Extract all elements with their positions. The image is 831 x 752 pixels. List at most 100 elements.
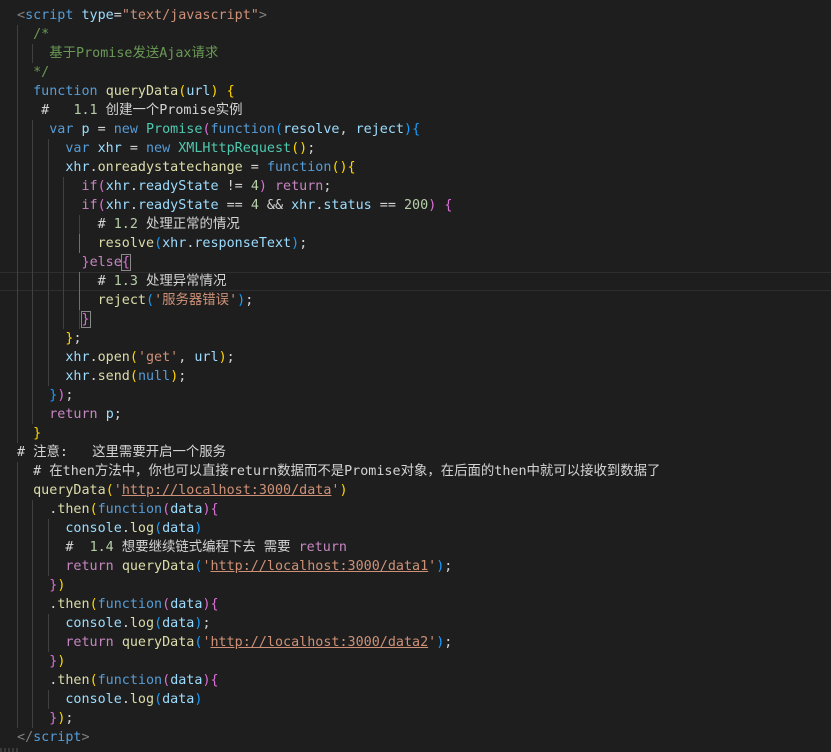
code-token: url	[186, 84, 211, 99]
code-line[interactable]: reject('服务器错误');	[0, 291, 831, 310]
code-line[interactable]: }else{	[0, 253, 831, 272]
code-token: function	[33, 84, 98, 99]
code-line[interactable]: })	[0, 652, 831, 671]
code-token: .	[121, 521, 130, 536]
code-token: var	[65, 141, 90, 156]
code-token: ;	[113, 407, 122, 422]
code-line[interactable]: queryData('http://localhost:3000/data')	[0, 481, 831, 500]
code-token: XMLHttpRequest	[178, 141, 292, 156]
code-line[interactable]: xhr.send(null);	[0, 367, 831, 386]
code-text: .then(function(data){	[17, 500, 218, 519]
code-token: then	[57, 502, 90, 517]
code-token: /*	[17, 27, 50, 42]
code-token: log	[129, 521, 155, 536]
code-token: .	[121, 692, 130, 707]
code-line[interactable]: return queryData('http://localhost:3000/…	[0, 633, 831, 652]
code-line[interactable]: console.log(data)	[0, 690, 831, 709]
code-token: ,	[178, 350, 195, 365]
code-line[interactable]: .then(function(data){	[0, 500, 831, 519]
code-line[interactable]: /*	[0, 25, 831, 44]
code-line[interactable]: xhr.open('get', url);	[0, 348, 831, 367]
code-token: .	[121, 616, 130, 631]
code-text: /*	[17, 25, 49, 44]
code-token: ==	[371, 198, 404, 213]
code-editor[interactable]: <script type="text/javascript"> /* 基于Pro…	[0, 0, 831, 752]
code-line[interactable]: # 1.2 处理正常的情况	[0, 215, 831, 234]
code-token: ;	[73, 331, 82, 346]
code-token: (	[154, 236, 163, 251]
code-line[interactable]: function queryData(url) {	[0, 82, 831, 101]
code-line[interactable]: console.log(data)	[0, 519, 831, 538]
code-line[interactable]: }	[0, 424, 831, 443]
code-line[interactable]: </script>	[0, 728, 831, 747]
code-line[interactable]: return p;	[0, 405, 831, 424]
code-token: Promise	[159, 103, 216, 118]
code-line[interactable]: .then(function(data){	[0, 595, 831, 614]
code-line[interactable]: resolve(xhr.responseText);	[0, 234, 831, 253]
code-line[interactable]: */	[0, 63, 831, 82]
code-line[interactable]: # 注意: 这里需要开启一个服务	[0, 443, 831, 462]
code-token: )	[291, 236, 300, 251]
code-token: (	[97, 198, 106, 213]
code-line[interactable]: });	[0, 386, 831, 405]
code-line[interactable]: });	[0, 709, 831, 728]
code-token: console	[65, 616, 122, 631]
code-token: #	[17, 103, 74, 118]
code-text: if(xhr.readyState != 4) return;	[17, 177, 332, 196]
code-token: 4	[250, 179, 259, 194]
code-text: xhr.send(null);	[17, 367, 186, 386]
code-line[interactable]: <script type="text/javascript">	[0, 6, 831, 25]
code-token: data	[170, 502, 203, 517]
code-line[interactable]: xhr.onreadystatechange = function(){	[0, 158, 831, 177]
code-token: reject	[355, 122, 404, 137]
code-token: ;	[226, 350, 235, 365]
code-line[interactable]: # 1.3 处理异常情况	[0, 272, 831, 291]
code-token: )	[202, 597, 211, 612]
code-line[interactable]: console.log(data);	[0, 614, 831, 633]
code-token: (	[105, 483, 114, 498]
code-token: #	[17, 540, 90, 555]
code-token: <	[17, 730, 26, 745]
code-token: new	[146, 141, 171, 156]
code-token: ()	[291, 141, 308, 156]
code-line[interactable]: # 在then方法中，你也可以直接return数据而不是Promise对象，在后…	[0, 462, 831, 481]
code-token: (	[129, 350, 138, 365]
code-token: .	[17, 597, 58, 612]
code-line[interactable]: var p = new Promise(function(resolve, re…	[0, 120, 831, 139]
code-text: # 在then方法中，你也可以直接return数据而不是Promise对象，在后…	[17, 462, 660, 481]
code-token: # 在	[17, 464, 63, 479]
code-text: }	[17, 310, 91, 329]
code-token: resolve	[283, 122, 340, 137]
code-line[interactable]: .then(function(data){	[0, 671, 831, 690]
code-token: <	[17, 8, 26, 23]
code-line[interactable]: if(xhr.readyState != 4) return;	[0, 177, 831, 196]
code-text: })	[17, 576, 65, 595]
code-token: reject	[97, 293, 146, 308]
code-line[interactable]: # 1.4 想要继续链式编程下去 需要 return	[0, 538, 831, 557]
code-token: 数据而不是	[277, 464, 345, 479]
code-line[interactable]: # 1.1 创建一个Promise实例	[0, 101, 831, 120]
code-token: 处理正常的情况	[137, 217, 240, 232]
code-token: ;	[323, 179, 332, 194]
code-line[interactable]: }	[0, 310, 831, 329]
code-line[interactable]: })	[0, 576, 831, 595]
code-token: return	[65, 559, 114, 574]
code-line[interactable]: var xhr = new XMLHttpRequest();	[0, 139, 831, 158]
code-line[interactable]: 基于Promise发送Ajax请求	[0, 44, 831, 63]
code-line[interactable]: };	[0, 329, 831, 348]
code-line[interactable]: if(xhr.readyState == 4 && xhr.status == …	[0, 196, 831, 215]
code-token: .	[89, 160, 98, 175]
code-line[interactable]: return queryData('http://localhost:3000/…	[0, 557, 831, 576]
code-token: console	[65, 521, 122, 536]
code-token: {	[226, 84, 235, 99]
